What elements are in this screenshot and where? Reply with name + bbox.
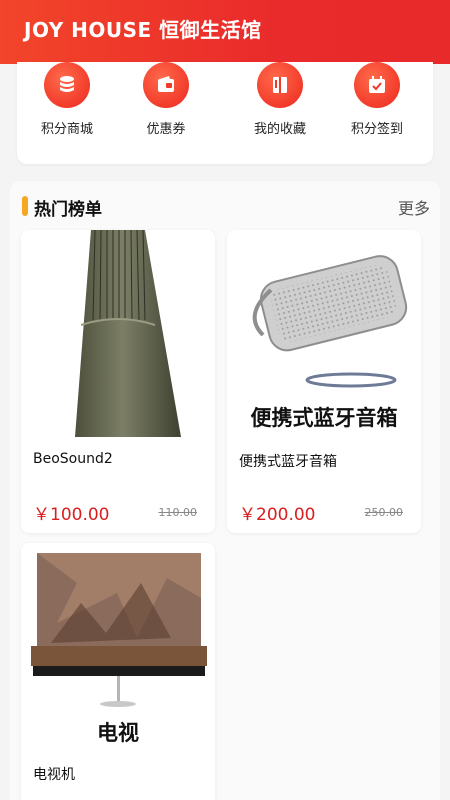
quick-link-favorites[interactable]: 我的收藏 — [230, 62, 330, 137]
product-price: ￥100.00 — [33, 505, 110, 525]
product-original-price: 110.00 — [158, 506, 198, 519]
wallet-icon — [143, 62, 189, 108]
calendar-check-icon — [354, 62, 400, 108]
app-header: JOY HOUSE 恒御生活馆 — [0, 0, 450, 64]
book-bookmark-icon — [257, 62, 303, 108]
product-image-caption: 电视 — [97, 721, 139, 745]
product-image: 便携式蓝牙音箱 — [227, 230, 421, 437]
hot-ranking-section: 热门榜单 更多 BeoSound2 ￥100.00 110.00 便携式蓝牙音箱… — [10, 181, 440, 800]
quick-link-label: 我的收藏 — [253, 122, 306, 137]
product-image — [21, 230, 215, 437]
product-original-price: 250.00 — [364, 506, 404, 519]
product-name: 电视机 — [33, 767, 75, 783]
coin-stack-icon — [44, 62, 90, 108]
product-card-bluetooth-speaker[interactable]: 便携式蓝牙音箱 便携式蓝牙音箱 ￥200.00 250.00 — [227, 230, 421, 533]
product-name: BeoSound2 — [33, 451, 113, 467]
product-name: 便携式蓝牙音箱 — [239, 454, 337, 470]
quick-link-label: 优惠券 — [146, 122, 186, 137]
product-card-tv[interactable]: 电视 电视机 — [21, 543, 215, 800]
quick-link-label: 积分商城 — [40, 122, 93, 137]
section-title: 热门榜单 — [34, 200, 102, 220]
quick-link-label: 积分签到 — [350, 122, 403, 137]
product-card-beosound2[interactable]: BeoSound2 ￥100.00 110.00 — [21, 230, 215, 533]
store-title: JOY HOUSE 恒御生活馆 — [24, 18, 262, 42]
quick-link-checkin[interactable]: 积分签到 — [327, 62, 427, 137]
product-image: 电视 — [21, 543, 215, 750]
product-image-caption: 便携式蓝牙音箱 — [251, 406, 398, 430]
more-link[interactable]: 更多 — [398, 195, 430, 219]
quick-links-card: 积分商城 优惠券 我的收藏 积分签到 — [17, 62, 433, 164]
quick-link-coupons[interactable]: 优惠券 — [116, 62, 216, 137]
product-price: ￥200.00 — [239, 505, 316, 525]
section-accent-bar — [22, 196, 28, 216]
quick-link-points-mall[interactable]: 积分商城 — [17, 62, 117, 137]
